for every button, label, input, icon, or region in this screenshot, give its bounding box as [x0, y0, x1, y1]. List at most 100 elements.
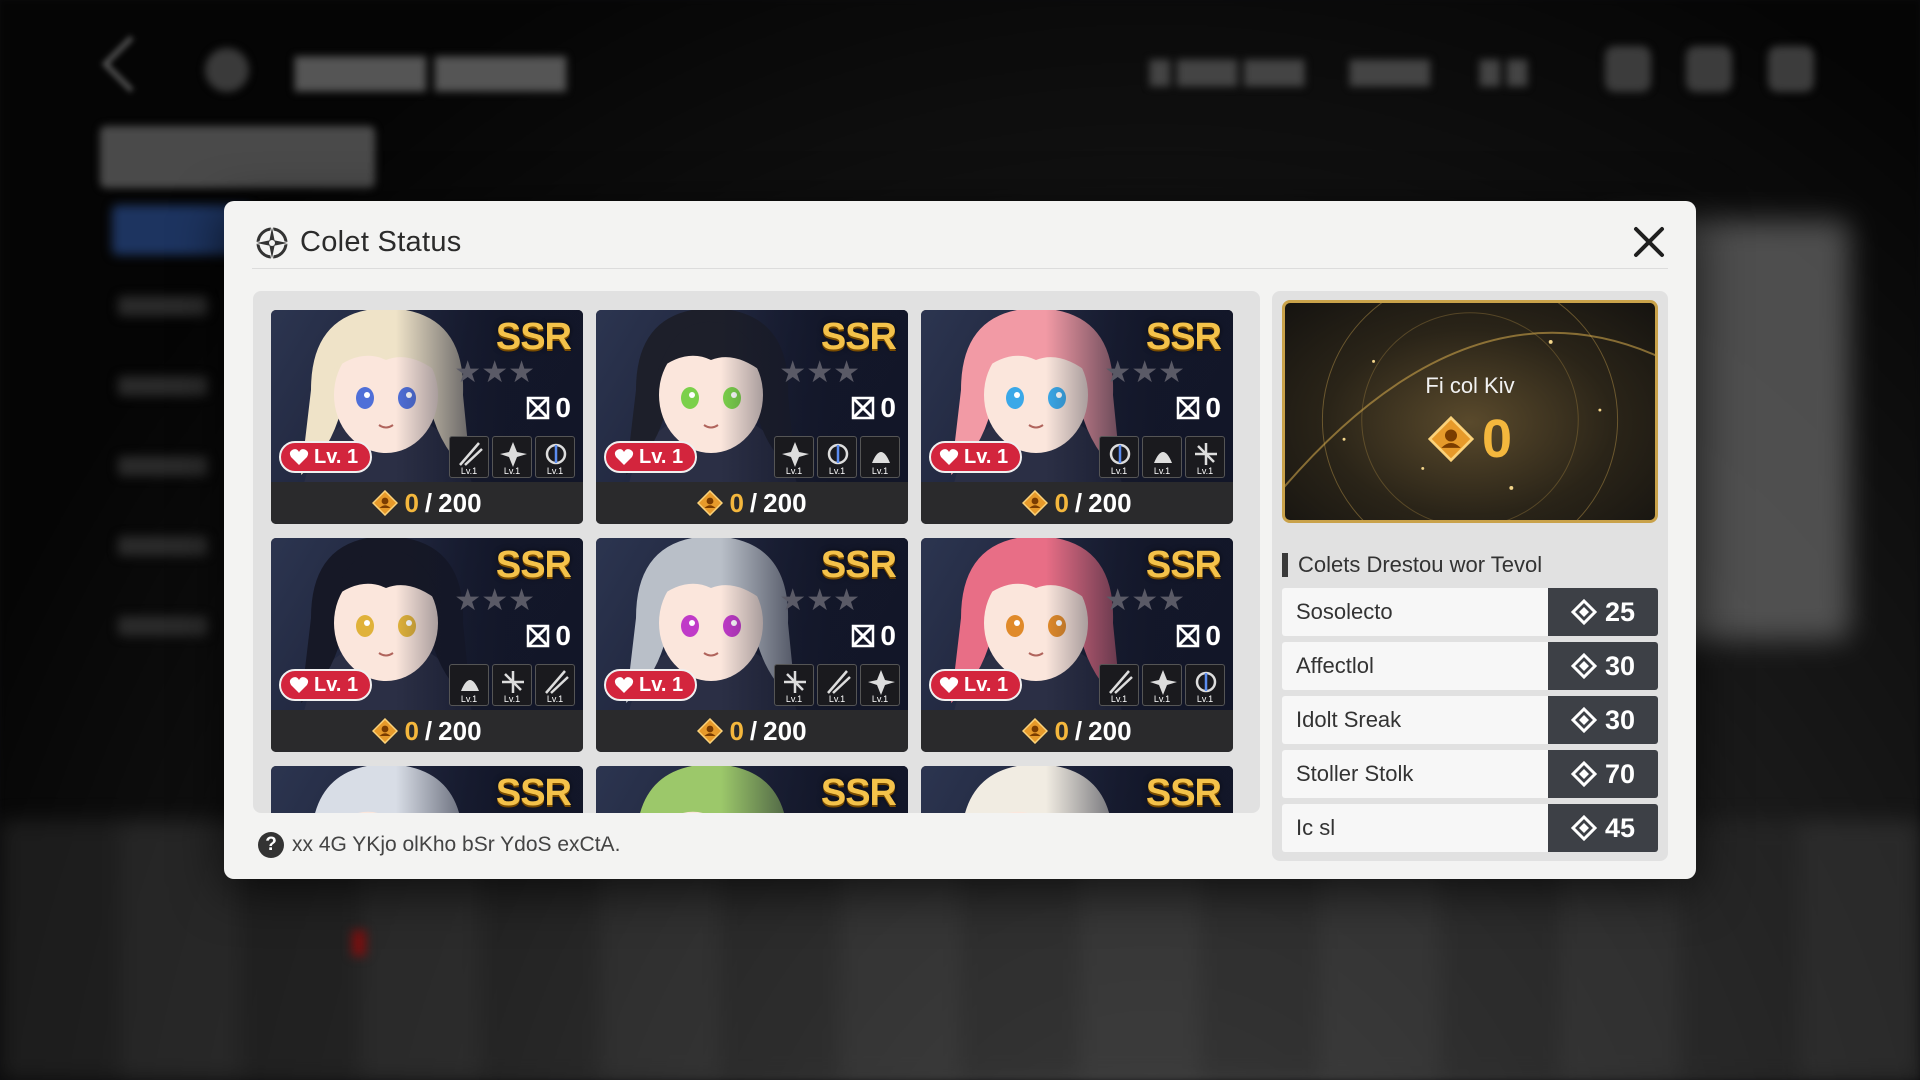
- star-rating: ★ ★ ★: [1104, 586, 1185, 616]
- colet-card[interactable]: SSR: [921, 766, 1233, 813]
- currency-panel: Fi col Kiv 0 Colets Drestou wor Tevol So…: [1272, 291, 1668, 861]
- rarity-badge: SSR: [495, 316, 572, 358]
- skill-icon[interactable]: Lv.1: [817, 436, 857, 478]
- coin-icon: [372, 718, 399, 744]
- rarity-badge: SSR: [1145, 316, 1222, 358]
- skill-level: Lv.1: [1153, 694, 1171, 704]
- colet-card[interactable]: SSR ★ ★ ★ 0 Lv. 1 Lv.1 Lv.1 Lv.1 0 / 200: [271, 538, 583, 752]
- colet-card[interactable]: SSR: [271, 766, 583, 813]
- star-icon: ★: [1158, 356, 1185, 389]
- skill-icon[interactable]: Lv.1: [535, 664, 575, 706]
- dialog-title: Colet Status: [300, 226, 462, 258]
- heading-bar: [1282, 553, 1288, 577]
- skill-icon[interactable]: Lv.1: [449, 436, 489, 478]
- level-text: Lv. 1: [964, 673, 1009, 696]
- compass-icon: [253, 224, 291, 261]
- colet-card[interactable]: SSR ★ ★ ★ 0 Lv. 1 Lv.1 Lv.1 Lv.1 0 / 200: [271, 310, 583, 524]
- skill-icon[interactable]: Lv.1: [1142, 436, 1182, 478]
- character-portrait: [315, 766, 459, 813]
- skill-icon[interactable]: Lv.1: [817, 664, 857, 706]
- progress-separator: /: [424, 715, 433, 746]
- skill-icon[interactable]: Lv.1: [1099, 436, 1139, 478]
- skill-icon[interactable]: Lv.1: [774, 664, 814, 706]
- colet-card[interactable]: SSR ★ ★ ★ 0 Lv. 1 Lv.1 Lv.1 Lv.1 0 / 200: [921, 538, 1233, 752]
- skill-icon[interactable]: Lv.1: [1099, 664, 1139, 706]
- skill-list: Lv.1 Lv.1 Lv.1: [774, 664, 900, 706]
- gem-icon: [1570, 815, 1597, 841]
- progress-current: 0: [1054, 487, 1069, 518]
- progress-max: 200: [763, 487, 807, 518]
- skill-level: Lv.1: [1110, 466, 1128, 476]
- affection-level-badge: Lv. 1: [929, 441, 1023, 473]
- coin-icon: [1022, 718, 1049, 744]
- shard-value: 0: [1205, 392, 1221, 423]
- skill-icon[interactable]: Lv.1: [492, 664, 532, 706]
- shard-value: 0: [880, 392, 896, 423]
- gift-icon: [1686, 46, 1732, 92]
- cost-name: Ic sl: [1282, 804, 1548, 852]
- colet-list-panel[interactable]: SSR ★ ★ ★ 0 Lv. 1 Lv.1 Lv.1 Lv.1 0 / 200…: [253, 291, 1260, 813]
- rarity-badge: SSR: [1145, 544, 1222, 586]
- shard-icon: [527, 396, 550, 420]
- star-icon: ★: [1104, 356, 1132, 389]
- heart-icon: [614, 449, 634, 465]
- help-icon[interactable]: ?: [258, 832, 284, 858]
- colet-card[interactable]: SSR: [596, 766, 908, 813]
- star-rating: ★ ★ ★: [454, 586, 535, 616]
- star-icon: ★: [454, 356, 482, 389]
- skill-icon[interactable]: Lv.1: [860, 436, 900, 478]
- affection-level-badge: Lv. 1: [279, 441, 373, 473]
- background-tab: [100, 126, 375, 188]
- skill-icon[interactable]: Lv.1: [774, 436, 814, 478]
- rarity-badge: SSR: [820, 316, 897, 358]
- skill-icon[interactable]: Lv.1: [860, 664, 900, 706]
- shard-value: 0: [1205, 620, 1221, 651]
- rarity-badge: SSR: [820, 544, 897, 586]
- cost-value-text: 70: [1604, 758, 1636, 789]
- rarity-badge: SSR: [1145, 772, 1222, 813]
- skill-level: Lv.1: [1110, 694, 1128, 704]
- cost-value-text: 30: [1604, 650, 1636, 681]
- skill-level: Lv.1: [1196, 694, 1214, 704]
- star-icon: ★: [1131, 356, 1159, 389]
- skill-level: Lv.1: [1153, 466, 1171, 476]
- cost-row: Ic sl 45: [1282, 804, 1658, 852]
- skill-icon[interactable]: Lv.1: [492, 436, 532, 478]
- affection-level-badge: Lv. 1: [604, 669, 698, 701]
- progress-max: 200: [763, 715, 807, 746]
- background-marker: [352, 930, 366, 956]
- close-button[interactable]: [1630, 223, 1668, 261]
- cost-value: 25: [1548, 588, 1658, 636]
- skill-icon[interactable]: Lv.1: [1185, 664, 1225, 706]
- skill-icon[interactable]: Lv.1: [1185, 436, 1225, 478]
- level-text: Lv. 1: [314, 673, 359, 696]
- star-icon: ★: [833, 584, 860, 617]
- background-resource: ▇▇▇▇: [1350, 56, 1430, 86]
- shard-value: 0: [880, 620, 896, 651]
- character-portrait: [965, 766, 1109, 813]
- cost-heading-text: Colets Drestou wor Tevol: [1298, 552, 1543, 577]
- cost-row: Sosolecto 25: [1282, 588, 1658, 636]
- colet-card[interactable]: SSR ★ ★ ★ 0 Lv. 1 Lv.1 Lv.1 Lv.1 0 / 200: [921, 310, 1233, 524]
- rarity-badge: SSR: [495, 544, 572, 586]
- progress-bar: 0 / 200: [921, 710, 1233, 752]
- skill-icon[interactable]: Lv.1: [535, 436, 575, 478]
- cost-value: 30: [1548, 642, 1658, 690]
- colet-card[interactable]: SSR ★ ★ ★ 0 Lv. 1 Lv.1 Lv.1 Lv.1 0 / 200: [596, 310, 908, 524]
- level-text: Lv. 1: [314, 445, 359, 468]
- colet-card[interactable]: SSR ★ ★ ★ 0 Lv. 1 Lv.1 Lv.1 Lv.1 0 / 200: [596, 538, 908, 752]
- star-icon: ★: [806, 584, 834, 617]
- shard-count: 0: [525, 392, 571, 424]
- affection-level-badge: Lv. 1: [279, 669, 373, 701]
- star-icon: ★: [1158, 584, 1185, 617]
- currency-label: Fi col Kiv: [1425, 373, 1515, 398]
- skill-icon[interactable]: Lv.1: [449, 664, 489, 706]
- star-icon: ★: [779, 584, 807, 617]
- character-portrait: [640, 766, 784, 813]
- skill-icon[interactable]: Lv.1: [1142, 664, 1182, 706]
- shard-count: 0: [850, 392, 896, 424]
- heart-icon: [939, 449, 959, 465]
- cost-row: Affectlol 30: [1282, 642, 1658, 690]
- back-icon: [101, 35, 159, 93]
- dialog-header: Colet Status: [252, 217, 1668, 269]
